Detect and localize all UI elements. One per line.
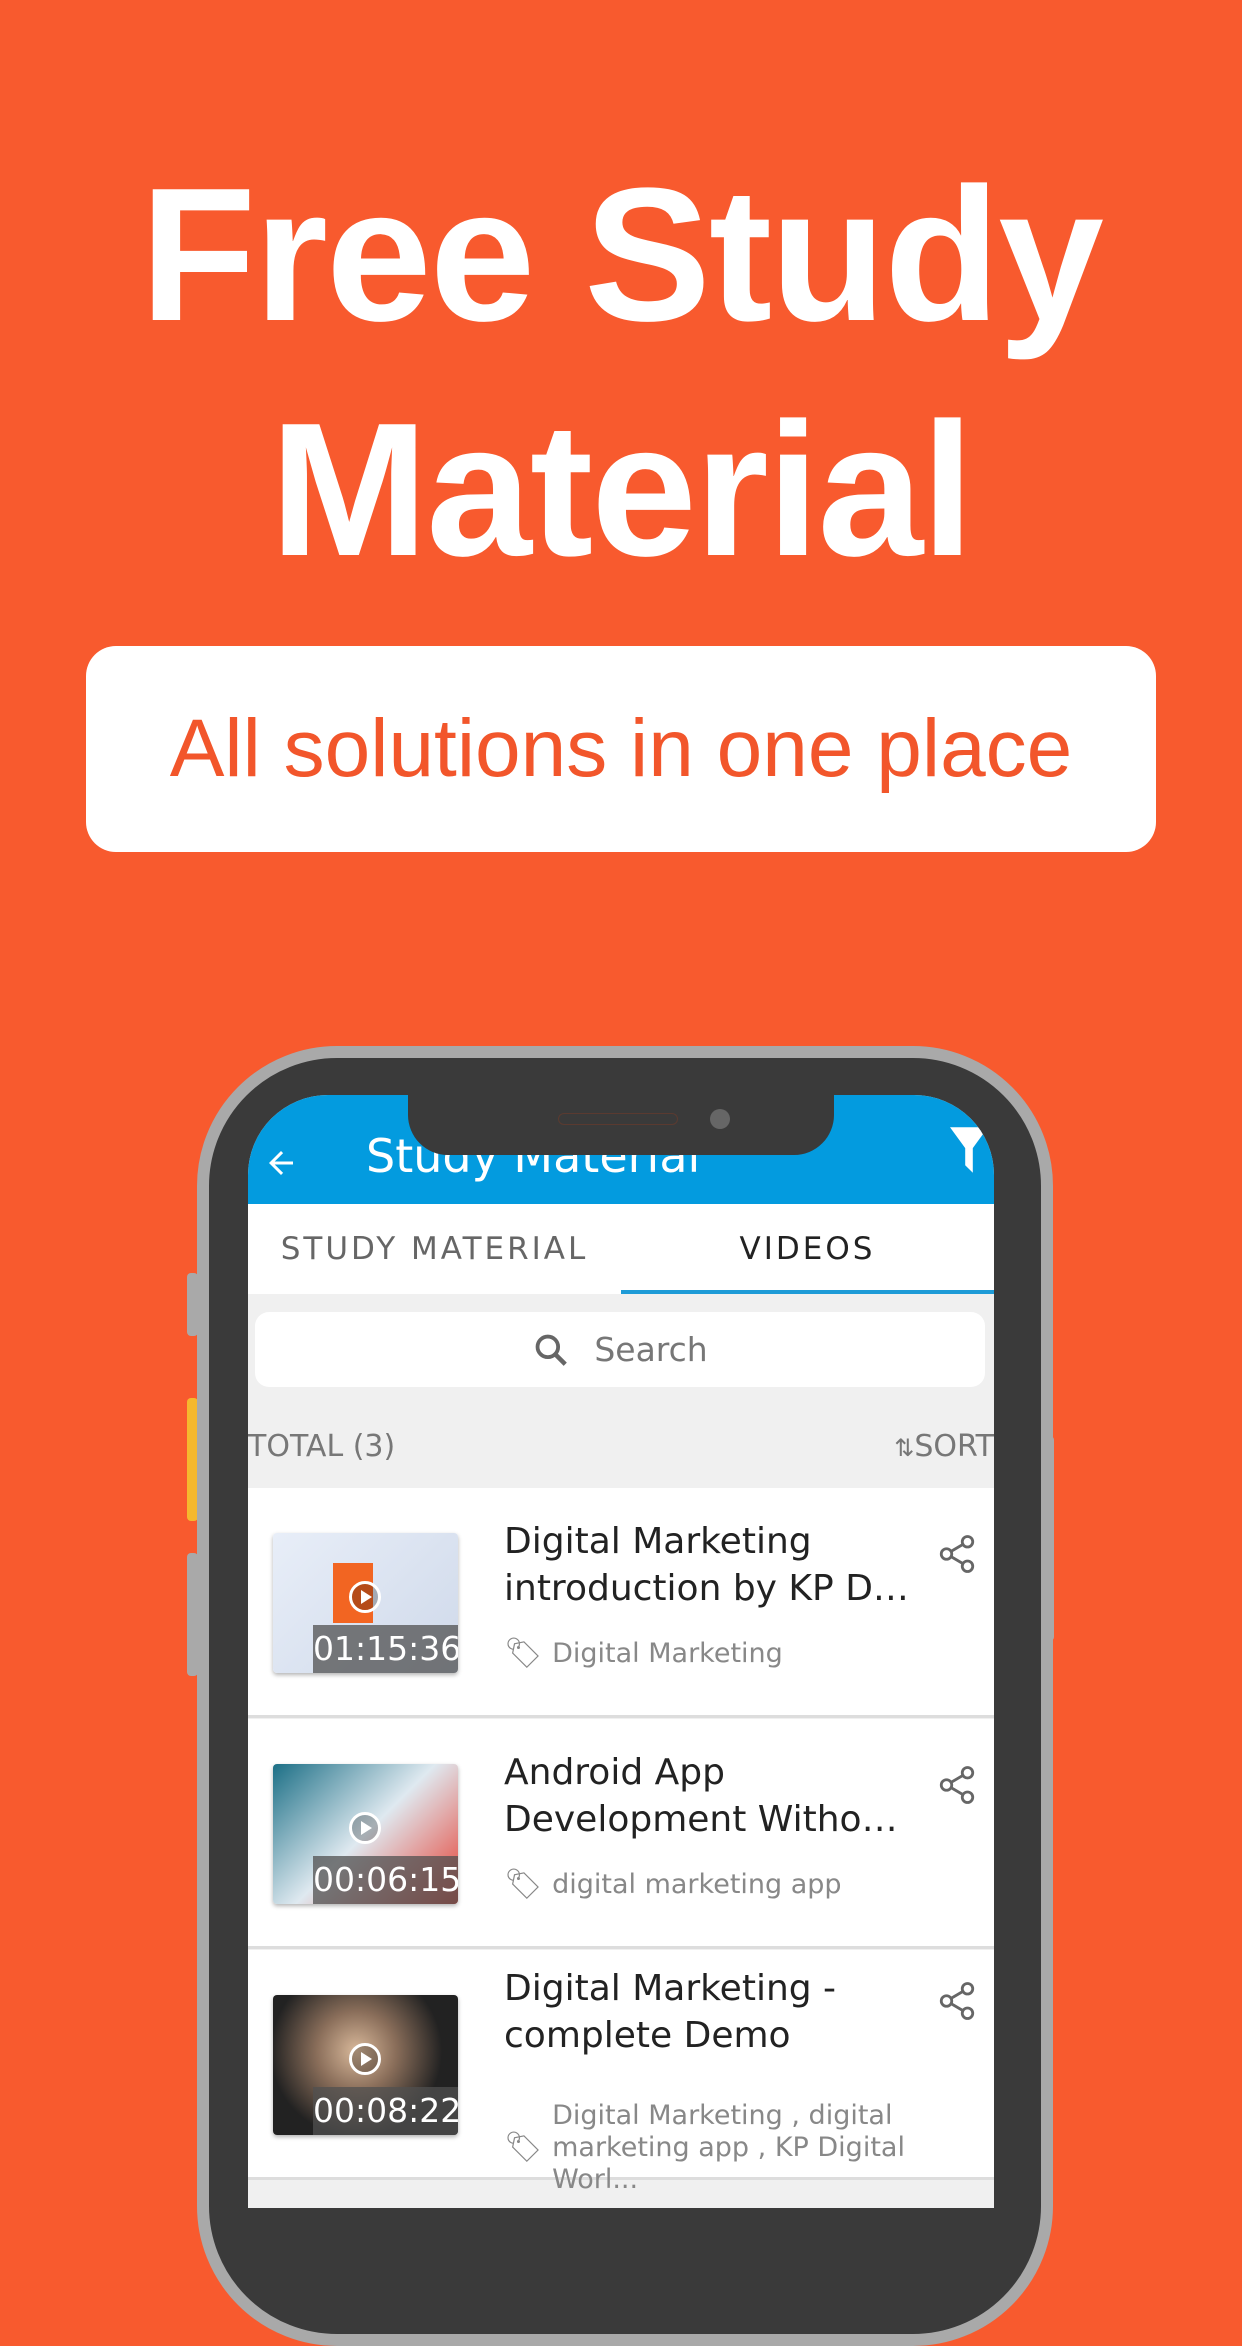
tag-icon: 🏷︎ bbox=[504, 2130, 543, 2165]
tab-study-material[interactable]: STUDY MATERIAL bbox=[248, 1204, 621, 1294]
list-header: TOTAL (3) ⇅SORT bbox=[248, 1405, 994, 1488]
tagline: All solutions in one place bbox=[169, 703, 1073, 794]
total-count: TOTAL (3) bbox=[248, 1429, 396, 1464]
video-duration: 01:15:36 bbox=[313, 1625, 458, 1673]
phone-screen: Study Material STUDY MATERIAL VIDEOS Sea… bbox=[248, 1095, 994, 2208]
play-icon bbox=[349, 1581, 381, 1613]
video-tags: 🏷︎ Digital Marketing bbox=[504, 1636, 783, 1671]
tag-icon: 🏷︎ bbox=[504, 1636, 543, 1671]
video-list-item[interactable]: 01:15:36 Digital Marketing introduction b… bbox=[248, 1488, 994, 1718]
video-thumbnail: 01:15:36 bbox=[273, 1533, 458, 1673]
search-placeholder: Search bbox=[594, 1330, 708, 1369]
tag-icon: 🏷︎ bbox=[504, 1867, 543, 1902]
phone-notch bbox=[408, 1095, 834, 1155]
search-icon bbox=[535, 1334, 568, 1366]
share-icon[interactable] bbox=[936, 1764, 978, 1806]
speaker bbox=[558, 1113, 678, 1125]
tab-bar: STUDY MATERIAL VIDEOS bbox=[248, 1204, 994, 1294]
video-tags: 🏷︎ digital marketing app bbox=[504, 1867, 842, 1902]
headline-line2: Material bbox=[269, 384, 974, 596]
video-title: Digital Marketing - complete Demo bbox=[504, 1968, 837, 2056]
tab-videos[interactable]: VIDEOS bbox=[621, 1204, 994, 1294]
filter-icon[interactable] bbox=[950, 1127, 988, 1173]
video-title: Digital Marketing introduction by KP Di..… bbox=[504, 1521, 914, 1609]
tagline-pill: All solutions in one place bbox=[86, 646, 1156, 852]
share-icon[interactable] bbox=[936, 1980, 978, 2022]
tab-indicator bbox=[621, 1290, 994, 1294]
headline-line1: Free Study bbox=[140, 149, 1104, 361]
share-icon[interactable] bbox=[936, 1533, 978, 1575]
video-duration: 00:08:22 bbox=[313, 2087, 458, 2135]
video-list-item[interactable]: 00:08:22 Digital Marketing - complete Dem… bbox=[248, 1950, 994, 2195]
video-thumbnail: 00:06:15 bbox=[273, 1764, 458, 1904]
video-duration: 00:06:15 bbox=[313, 1856, 458, 1904]
search-input[interactable]: Search bbox=[255, 1312, 985, 1387]
play-icon bbox=[349, 1812, 381, 1844]
video-list-item[interactable]: 00:06:15 Android App Development Withou..… bbox=[248, 1719, 994, 1949]
camera bbox=[710, 1109, 730, 1129]
arrow-left-icon[interactable] bbox=[263, 1145, 299, 1181]
sort-icon: ⇅ bbox=[894, 1434, 915, 1462]
play-icon bbox=[349, 2043, 381, 2075]
video-tags: 🏷︎ Digital Marketing , digital marketing a… bbox=[504, 2100, 905, 2195]
video-thumbnail: 00:08:22 bbox=[273, 1995, 458, 2135]
video-title: Android App Development Withou... bbox=[504, 1752, 914, 1840]
sort-button[interactable]: ⇅SORT bbox=[894, 1429, 994, 1464]
